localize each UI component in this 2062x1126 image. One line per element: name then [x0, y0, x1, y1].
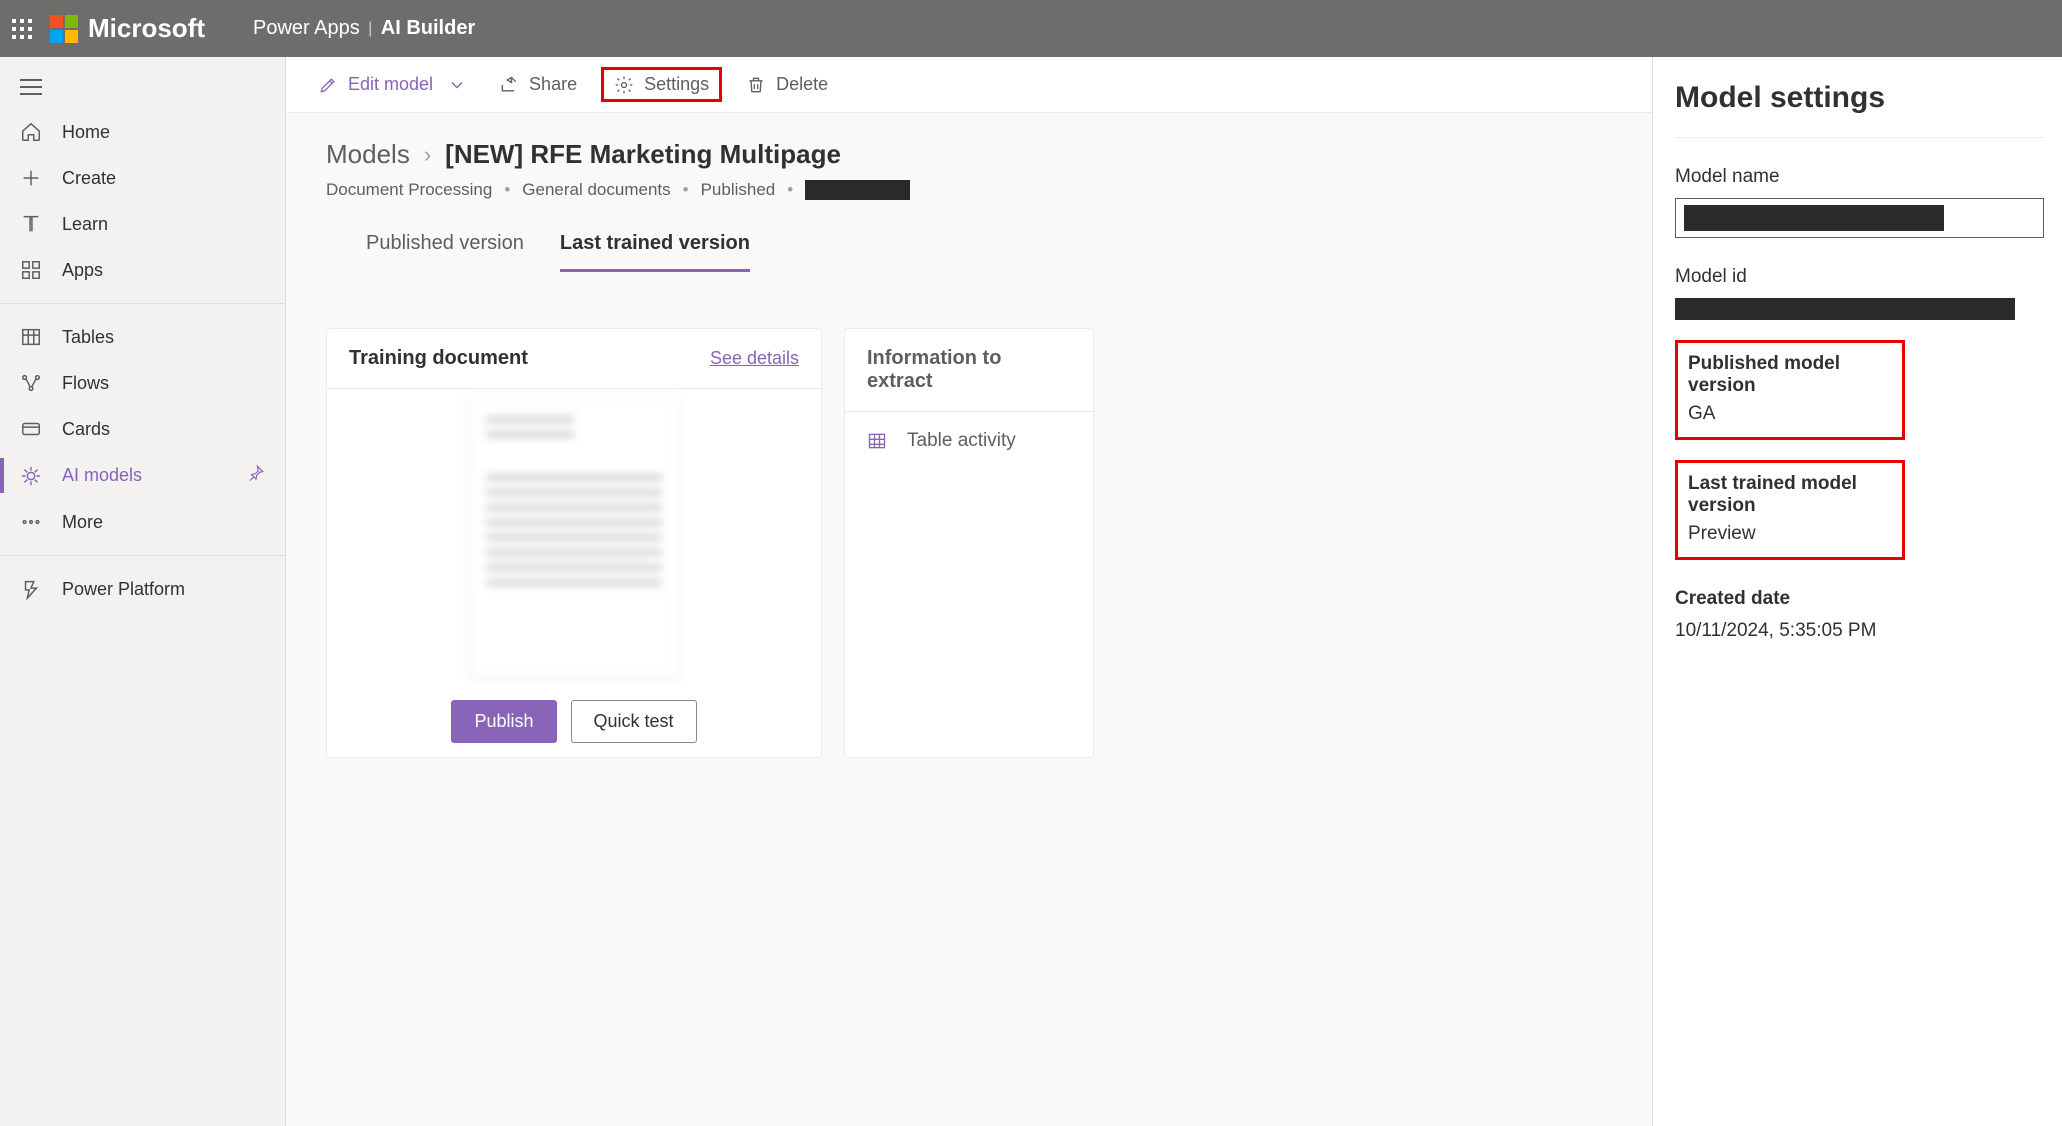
more-icon — [20, 511, 42, 533]
delete-button[interactable]: Delete — [738, 68, 836, 101]
share-icon — [499, 75, 519, 95]
training-document-card: Training document See details — [326, 328, 822, 758]
training-card-title: Training document — [349, 347, 528, 370]
meta-type: Document Processing — [326, 180, 492, 200]
info-row-table-activity[interactable]: Table activity — [845, 411, 1093, 470]
field-published-version: Published model version GA — [1675, 340, 1905, 440]
edit-model-label: Edit model — [348, 74, 433, 95]
nav-item-ai-models[interactable]: AI models — [0, 452, 285, 499]
app-name[interactable]: Power Apps — [253, 17, 360, 40]
app-launcher-icon[interactable] — [12, 19, 32, 39]
hamburger-icon — [20, 79, 42, 95]
nav-label: Tables — [62, 327, 114, 348]
field-last-trained-version: Last trained model version Preview — [1675, 460, 1905, 560]
breadcrumb-current: [NEW] RFE Marketing Multipage — [445, 139, 841, 170]
plus-icon — [20, 167, 42, 189]
share-label: Share — [529, 74, 577, 95]
delete-label: Delete — [776, 74, 828, 95]
nav-label: Flows — [62, 373, 109, 394]
card-icon — [20, 418, 42, 440]
command-bar: Edit model Share Settings Delete — [286, 57, 1652, 113]
publish-button[interactable]: Publish — [451, 700, 556, 743]
table-icon — [867, 431, 887, 451]
document-preview — [327, 389, 821, 684]
nav-label: Home — [62, 122, 110, 143]
edit-model-button[interactable]: Edit model — [310, 68, 475, 101]
breadcrumb: Models › [NEW] RFE Marketing Multipage — [326, 139, 1612, 170]
power-platform-icon — [20, 578, 42, 600]
field-model-id: Model id — [1675, 266, 2044, 320]
model-name-label: Model name — [1675, 166, 2044, 188]
nav-item-cards[interactable]: Cards — [0, 406, 285, 452]
model-name-value-redacted — [1684, 205, 1944, 231]
nav-item-tables[interactable]: Tables — [0, 314, 285, 360]
gear-icon — [614, 75, 634, 95]
microsoft-logo-icon — [50, 15, 78, 43]
last-trained-version-value: Preview — [1688, 523, 1892, 545]
nav-item-home[interactable]: Home — [0, 109, 285, 155]
information-to-extract-card: Information to extract Table activity — [844, 328, 1094, 758]
created-date-value: 10/11/2024, 5:35:05 PM — [1675, 620, 2044, 642]
model-id-value-redacted — [1675, 298, 2015, 320]
tab-last-trained-version[interactable]: Last trained version — [560, 232, 750, 272]
sub-app-name[interactable]: AI Builder — [381, 17, 475, 40]
global-header: Microsoft Power Apps | AI Builder — [0, 0, 2062, 57]
nav-item-power-platform[interactable]: Power Platform — [0, 566, 285, 612]
home-icon — [20, 121, 42, 143]
nav-label: Cards — [62, 419, 110, 440]
see-details-link[interactable]: See details — [710, 348, 799, 369]
nav-collapse-button[interactable] — [0, 57, 285, 105]
meta-subtype: General documents — [522, 180, 670, 200]
pin-icon[interactable] — [247, 464, 265, 487]
share-button[interactable]: Share — [491, 68, 585, 101]
book-icon — [20, 213, 42, 235]
microsoft-logo: Microsoft — [50, 13, 205, 44]
nav-label: Apps — [62, 260, 103, 281]
nav-item-more[interactable]: More — [0, 499, 285, 545]
left-navigation: Home Create Learn — [0, 57, 286, 1126]
quick-test-button[interactable]: Quick test — [571, 700, 697, 743]
flow-icon — [20, 372, 42, 394]
created-date-label: Created date — [1675, 588, 2044, 610]
chevron-right-icon: › — [424, 142, 431, 168]
nav-label: Power Platform — [62, 579, 185, 600]
model-id-label: Model id — [1675, 266, 2044, 288]
tab-published-version[interactable]: Published version — [366, 232, 524, 272]
nav-label: AI models — [62, 465, 142, 486]
nav-item-apps[interactable]: Apps — [0, 247, 285, 293]
meta-status: Published — [701, 180, 776, 200]
nav-label: Learn — [62, 214, 108, 235]
nav-label: Create — [62, 168, 116, 189]
model-name-input[interactable] — [1675, 198, 2044, 238]
info-row-label: Table activity — [907, 430, 1016, 452]
nav-label: More — [62, 512, 103, 533]
brand-text: Microsoft — [88, 13, 205, 44]
grid-icon — [20, 259, 42, 281]
version-tabs: Published version Last trained version — [326, 200, 1612, 272]
nav-item-flows[interactable]: Flows — [0, 360, 285, 406]
pencil-icon — [318, 75, 338, 95]
field-created-date: Created date 10/11/2024, 5:35:05 PM — [1675, 588, 2044, 642]
field-model-name: Model name — [1675, 166, 2044, 238]
published-version-label: Published model version — [1688, 353, 1892, 397]
published-version-value: GA — [1688, 403, 1892, 425]
breadcrumb-root[interactable]: Models — [326, 139, 410, 170]
table-icon — [20, 326, 42, 348]
nav-item-learn[interactable]: Learn — [0, 201, 285, 247]
ai-icon — [20, 465, 42, 487]
chevron-down-icon — [447, 75, 467, 95]
meta-redacted — [805, 180, 910, 200]
settings-heading: Model settings — [1675, 81, 2044, 138]
settings-label: Settings — [644, 74, 709, 95]
main-content: Edit model Share Settings Delete — [286, 57, 1652, 1126]
info-card-title: Information to extract — [845, 329, 1093, 411]
trash-icon — [746, 75, 766, 95]
nav-item-create[interactable]: Create — [0, 155, 285, 201]
last-trained-version-label: Last trained model version — [1688, 473, 1892, 517]
model-settings-panel: Model settings Model name Model id Publi… — [1652, 57, 2062, 1126]
model-meta: Document Processing General documents Pu… — [326, 180, 1612, 200]
settings-button[interactable]: Settings — [601, 67, 722, 102]
